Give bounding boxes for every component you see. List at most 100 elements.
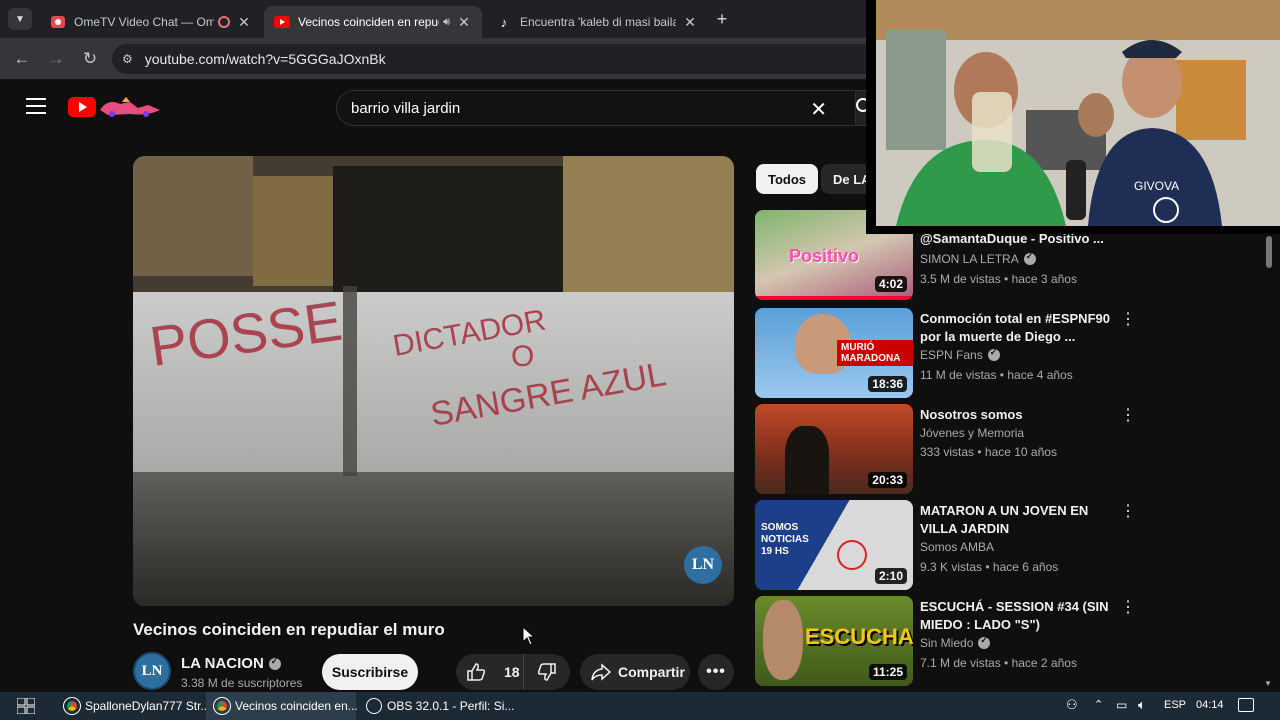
- more-options-icon[interactable]: ⋮: [1120, 504, 1136, 520]
- chip-todos[interactable]: Todos: [756, 164, 819, 194]
- tab-title: Encuentra 'kaleb di masi baila n: [520, 15, 676, 29]
- input-language[interactable]: ESP: [1164, 699, 1186, 711]
- youtube-logo[interactable]: [68, 96, 164, 118]
- verified-icon: [268, 656, 281, 670]
- reload-button[interactable]: ↻: [78, 47, 102, 71]
- forward-button[interactable]: →: [44, 47, 68, 71]
- address-bar[interactable]: ⚙ youtube.com/watch?v=5GGGaJOxnBk: [112, 44, 882, 74]
- tray-expand-icon[interactable]: ⌃: [1094, 698, 1103, 711]
- watch-progress-bar: [755, 296, 913, 300]
- ometv-icon: [50, 14, 66, 30]
- recommendation-item[interactable]: 20:33 Nosotros somos Jóvenes y Memoria 3…: [755, 404, 1136, 494]
- duration-badge: 4:02: [874, 276, 907, 292]
- channel-avatar[interactable]: LN: [133, 652, 171, 690]
- tiktok-icon: ♪: [500, 14, 508, 30]
- clock[interactable]: 04:14: [1196, 699, 1224, 711]
- clear-search-icon[interactable]: ✕: [810, 97, 827, 122]
- taskbar-item-label: Vecinos coinciden en...: [235, 699, 358, 713]
- verified-icon: [1023, 251, 1036, 265]
- url-text: youtube.com/watch?v=5GGGaJOxnBk: [144, 51, 386, 67]
- recommendation-title[interactable]: Nosotros somos: [920, 406, 1110, 424]
- tab-tiktok[interactable]: ♪ Encuentra 'kaleb di masi baila n ✕: [486, 6, 708, 38]
- share-button[interactable]: Compartir: [580, 654, 690, 690]
- like-count: 18: [504, 664, 520, 680]
- site-settings-icon[interactable]: ⚙: [122, 52, 133, 66]
- dislike-button[interactable]: [524, 654, 570, 690]
- video-thumbnail[interactable]: ESCUCHA 11:25: [755, 596, 913, 686]
- video-thumbnail[interactable]: MURIÓ MARADONA 18:36: [755, 308, 913, 398]
- video-player[interactable]: POSSE DICTADOR O SANGRE AZUL LN: [133, 156, 734, 606]
- channel-name-text: LA NACION: [181, 655, 264, 672]
- page-scrollbar[interactable]: ▼: [1264, 234, 1274, 688]
- tab-title: OmeTV Video Chat — Ome: [74, 15, 214, 29]
- speaker-icon[interactable]: 🔊︎: [443, 16, 450, 29]
- back-button[interactable]: ←: [10, 47, 34, 71]
- recommendation-channel[interactable]: Sin Miedo: [920, 635, 991, 650]
- chrome-icon: [63, 697, 81, 715]
- taskbar-item-obs[interactable]: OBS 32.0.1 - Perfil: Si...: [358, 692, 514, 720]
- cursor-icon: [522, 625, 536, 651]
- chevron-down-icon: ▼: [15, 13, 25, 25]
- recommendation-item[interactable]: SOMOS NOTICIAS 19 HS 2:10 MATARON A UN J…: [755, 500, 1136, 590]
- windows-taskbar: SpalloneDylan777 Str... Vecinos coincide…: [0, 692, 1280, 720]
- video-frame: POSSE DICTADOR O SANGRE AZUL: [133, 156, 734, 606]
- thumb-caption: ESCUCHA: [805, 624, 913, 649]
- more-actions-button[interactable]: •••: [698, 654, 734, 690]
- verified-icon: [978, 635, 991, 649]
- verified-icon: [987, 347, 1000, 361]
- volume-icon[interactable]: 🔈︎: [1138, 697, 1146, 713]
- channel-watermark[interactable]: LN: [684, 546, 722, 584]
- channel-text: Jóvenes y Memoria: [920, 426, 1025, 440]
- recommendation-title[interactable]: ESCUCHÁ - SESSION #34 (SIN MIEDO : LADO …: [920, 598, 1110, 634]
- video-thumbnail[interactable]: SOMOS NOTICIAS 19 HS 2:10: [755, 500, 913, 590]
- youtube-icon: [274, 14, 290, 30]
- more-options-icon[interactable]: ⋮: [1120, 408, 1136, 424]
- duration-badge: 2:10: [874, 568, 907, 584]
- taskbar-item-chrome-stream[interactable]: SpalloneDylan777 Str...: [56, 692, 210, 720]
- tab-search-dropdown-button[interactable]: ▼: [8, 8, 32, 30]
- thumb-caption: SOMOS NOTICIAS 19 HS: [761, 522, 809, 557]
- watermark-text: LN: [691, 556, 715, 573]
- chip-label: Todos: [768, 171, 807, 187]
- tab-title: Vecinos coinciden en repud: [298, 15, 440, 29]
- scroll-down-arrow-icon[interactable]: ▼: [1264, 679, 1272, 688]
- thumb-caption: MURIÓ MARADONA: [837, 340, 913, 366]
- recommendation-title[interactable]: Conmoción total en #ESPNF90 por la muert…: [920, 310, 1110, 346]
- recommendation-title[interactable]: MATARON A UN JOVEN EN VILLA JARDIN: [920, 502, 1110, 538]
- people-icon[interactable]: ⚇: [1066, 697, 1078, 713]
- start-grid-icon[interactable]: [16, 697, 36, 715]
- scrollbar-thumb[interactable]: [1266, 236, 1272, 268]
- subscribe-button[interactable]: Suscribirse: [322, 654, 418, 690]
- recommendation-channel[interactable]: Jóvenes y Memoria: [920, 426, 1024, 440]
- thumb-caption: Positivo: [789, 246, 860, 266]
- video-title: Vecinos coinciden en repudiar el muro: [133, 620, 445, 639]
- channel-name[interactable]: LA NACION: [181, 655, 281, 672]
- close-tab-icon[interactable]: ✕: [236, 14, 252, 31]
- menu-icon[interactable]: [26, 98, 46, 114]
- taskbar-item-chrome-youtube[interactable]: Vecinos coinciden en...: [206, 692, 358, 720]
- channel-text: ESPN Fans: [920, 348, 983, 362]
- close-tab-icon[interactable]: ✕: [456, 14, 472, 31]
- network-icon[interactable]: ▭: [1116, 698, 1127, 712]
- recommendation-channel[interactable]: SIMON LA LETRA: [920, 251, 1036, 266]
- tab-youtube[interactable]: Vecinos coinciden en repud 🔊︎ ✕: [264, 6, 482, 38]
- recommendation-item[interactable]: MURIÓ MARADONA 18:36 Conmoción total en …: [755, 308, 1136, 398]
- more-options-icon[interactable]: ⋮: [1120, 312, 1136, 328]
- like-button[interactable]: 18: [456, 654, 524, 690]
- search-input[interactable]: barrio villa jardin ✕: [336, 90, 856, 126]
- share-icon: [591, 663, 612, 681]
- close-tab-icon[interactable]: ✕: [682, 14, 698, 31]
- notification-icon[interactable]: [1238, 698, 1254, 712]
- more-options-icon[interactable]: ⋮: [1120, 600, 1136, 616]
- face-silhouette: [763, 600, 803, 680]
- new-tab-button[interactable]: +: [712, 8, 732, 30]
- recommendation-channel[interactable]: ESPN Fans: [920, 347, 1000, 362]
- tab-ometv[interactable]: OmeTV Video Chat — Ome ✕: [40, 6, 262, 38]
- avatar-text: LN: [141, 662, 163, 679]
- more-horizontal-icon: •••: [706, 663, 726, 680]
- thumbs-up-icon: [467, 663, 486, 681]
- recommendation-item[interactable]: ESCUCHA 11:25 ESCUCHÁ - SESSION #34 (SIN…: [755, 596, 1136, 686]
- thumbs-down-icon: [537, 663, 556, 681]
- video-thumbnail[interactable]: 20:33: [755, 404, 913, 494]
- recommendation-channel[interactable]: Somos AMBA: [920, 540, 994, 554]
